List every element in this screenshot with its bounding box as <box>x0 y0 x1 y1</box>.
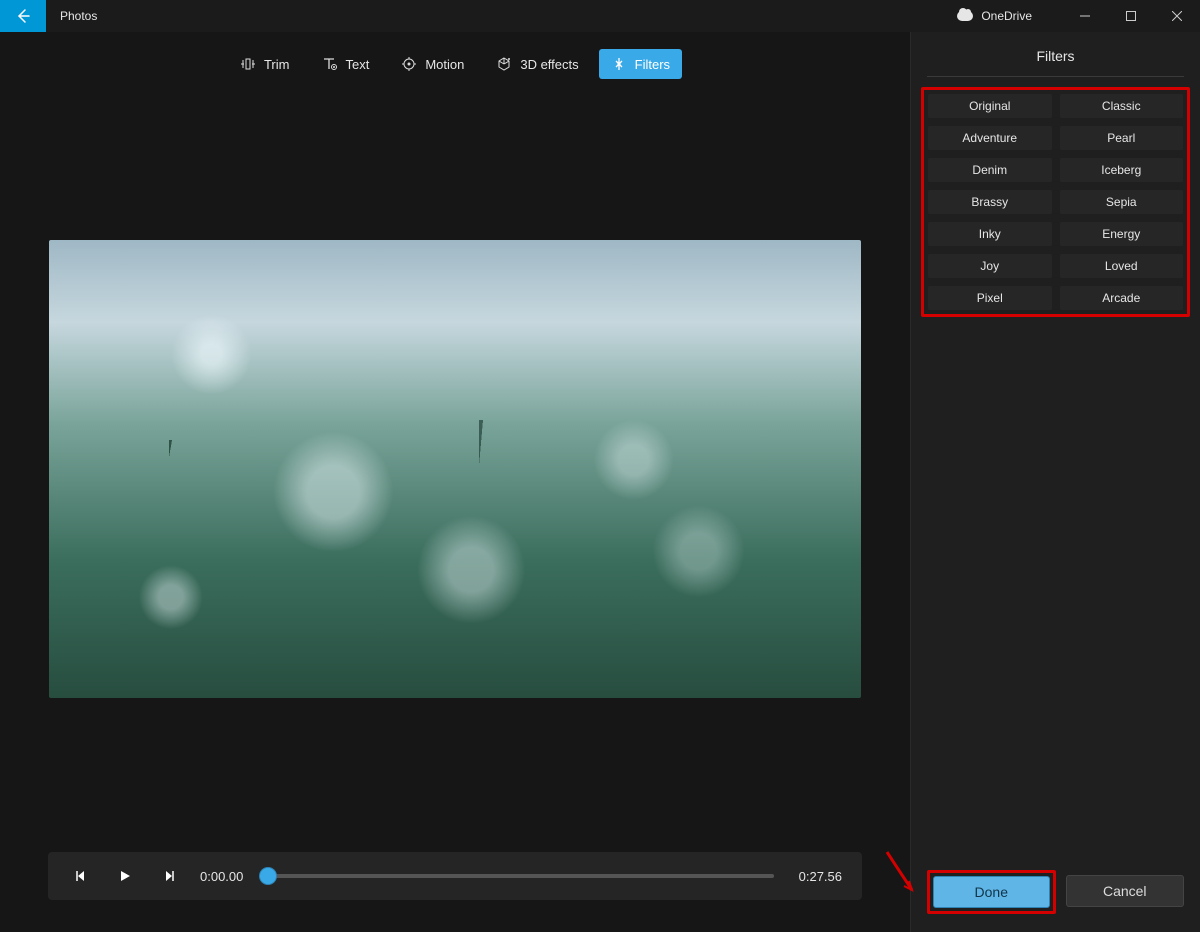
onedrive-text: OneDrive <box>981 9 1032 23</box>
next-frame-icon <box>162 869 176 883</box>
filter-label-denim: Denim <box>928 158 1052 182</box>
filter-item-brassy[interactable]: Brassy <box>928 190 1052 214</box>
panel-title: Filters <box>911 32 1200 76</box>
maximize-button[interactable] <box>1108 0 1154 32</box>
filter-item-iceberg[interactable]: Iceberg <box>1060 158 1184 182</box>
video-preview[interactable] <box>49 240 861 698</box>
playback-bar: 0:00.00 0:27.56 <box>48 852 862 900</box>
filter-item-loved[interactable]: Loved <box>1060 254 1184 278</box>
filter-item-original[interactable]: Original <box>928 94 1052 118</box>
back-button[interactable] <box>0 0 46 32</box>
3d-effects-icon <box>496 56 512 72</box>
filter-item-sepia[interactable]: Sepia <box>1060 190 1184 214</box>
filter-item-joy[interactable]: Joy <box>928 254 1052 278</box>
filter-label-brassy: Brassy <box>928 190 1052 214</box>
cancel-button[interactable]: Cancel <box>1066 875 1185 907</box>
3d-effects-tool[interactable]: 3D effects <box>484 49 590 79</box>
edit-toolbar: Trim Text Motion 3D effects Filters <box>0 32 910 96</box>
trim-tool[interactable]: Trim <box>228 49 302 79</box>
next-frame-button[interactable] <box>156 863 182 889</box>
minimize-button[interactable] <box>1062 0 1108 32</box>
filters-tool[interactable]: Filters <box>599 49 682 79</box>
text-icon <box>321 56 337 72</box>
filter-item-energy[interactable]: Energy <box>1060 222 1184 246</box>
text-label: Text <box>345 57 369 72</box>
panel-divider <box>927 76 1184 77</box>
filter-label-arcade: Arcade <box>1060 286 1184 310</box>
filter-label-sepia: Sepia <box>1060 190 1184 214</box>
filters-grid: Original Classic Adventure Pearl Denim Iceber… <box>921 87 1190 317</box>
seek-slider[interactable] <box>268 874 774 878</box>
close-button[interactable] <box>1154 0 1200 32</box>
filter-label-joy: Joy <box>928 254 1052 278</box>
filter-label-adventure: Adventure <box>928 126 1052 150</box>
done-button[interactable]: Done <box>933 876 1050 908</box>
done-annotation-box: Done <box>927 870 1056 914</box>
3d-effects-label: 3D effects <box>520 57 578 72</box>
filters-label: Filters <box>635 57 670 72</box>
filter-item-denim[interactable]: Denim <box>928 158 1052 182</box>
play-button[interactable] <box>112 863 138 889</box>
maximize-icon <box>1126 11 1136 21</box>
cloud-icon <box>957 11 973 21</box>
filter-label-iceberg: Iceberg <box>1060 158 1184 182</box>
trim-icon <box>240 56 256 72</box>
current-time: 0:00.00 <box>200 869 250 884</box>
close-icon <box>1172 11 1182 21</box>
filter-label-original: Original <box>928 94 1052 118</box>
filter-label-energy: Energy <box>1060 222 1184 246</box>
filter-item-arcade[interactable]: Arcade <box>1060 286 1184 310</box>
title-bar: Photos OneDrive <box>0 0 1200 32</box>
seek-handle[interactable] <box>260 868 276 884</box>
onedrive-label[interactable]: OneDrive <box>957 0 1062 32</box>
minimize-icon <box>1080 11 1090 21</box>
total-time: 0:27.56 <box>792 869 842 884</box>
back-arrow-icon <box>15 8 31 24</box>
app-title: Photos <box>46 0 957 32</box>
filter-label-classic: Classic <box>1060 94 1184 118</box>
motion-tool[interactable]: Motion <box>389 49 476 79</box>
filters-icon <box>611 56 627 72</box>
play-icon <box>118 869 132 883</box>
filter-label-loved: Loved <box>1060 254 1184 278</box>
filter-item-pearl[interactable]: Pearl <box>1060 126 1184 150</box>
motion-icon <box>401 56 417 72</box>
previous-frame-button[interactable] <box>68 863 94 889</box>
filter-label-pearl: Pearl <box>1060 126 1184 150</box>
text-tool[interactable]: Text <box>309 49 381 79</box>
previous-frame-icon <box>74 869 88 883</box>
filter-label-pixel: Pixel <box>928 286 1052 310</box>
motion-label: Motion <box>425 57 464 72</box>
filter-label-inky: Inky <box>928 222 1052 246</box>
filter-item-classic[interactable]: Classic <box>1060 94 1184 118</box>
filter-item-pixel[interactable]: Pixel <box>928 286 1052 310</box>
filter-item-adventure[interactable]: Adventure <box>928 126 1052 150</box>
trim-label: Trim <box>264 57 290 72</box>
filter-item-inky[interactable]: Inky <box>928 222 1052 246</box>
